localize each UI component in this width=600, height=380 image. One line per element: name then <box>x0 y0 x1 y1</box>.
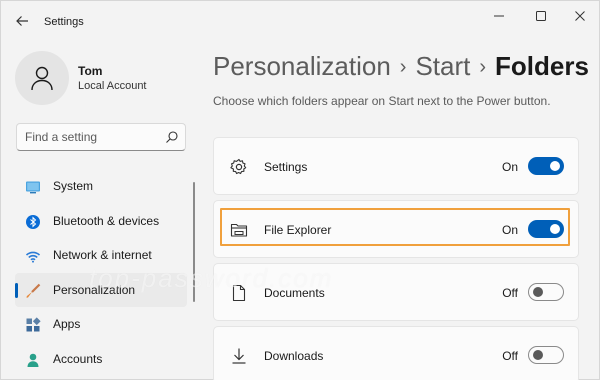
toggle-knob <box>533 350 543 360</box>
title-bar: Settings <box>1 1 599 41</box>
toggle-state: On <box>501 160 518 174</box>
search-input[interactable] <box>16 123 186 151</box>
close-button[interactable] <box>565 5 595 27</box>
brush-icon <box>26 283 41 298</box>
settings-window: Settings Tom Local Account Find a settin… <box>0 0 600 380</box>
minimize-icon <box>494 15 504 17</box>
toggle-state: Off <box>502 349 518 363</box>
gear-icon <box>230 158 247 175</box>
folder-setting-downloads: Downloads Off <box>213 326 579 380</box>
search-icon[interactable] <box>165 130 179 144</box>
watermark: top-password.com <box>89 263 334 293</box>
highlight-box <box>220 208 570 246</box>
breadcrumb-start[interactable]: Start <box>415 51 470 81</box>
back-button[interactable] <box>11 10 33 32</box>
user-name: Tom <box>78 64 103 78</box>
sidebar-item-label: Network & internet <box>53 248 152 263</box>
avatar[interactable] <box>15 51 69 105</box>
sidebar-item-system[interactable]: System <box>15 169 187 204</box>
app-title: Settings <box>44 16 84 28</box>
breadcrumb: Personalization › Start › Folders <box>213 51 589 82</box>
folder-setting-settings: Settings On <box>213 137 579 195</box>
user-avatar-icon <box>31 66 53 91</box>
sidebar-item-label: Bluetooth & devices <box>53 213 160 228</box>
toggle-knob <box>550 161 560 171</box>
person-icon <box>27 353 39 367</box>
back-arrow-icon <box>16 16 28 26</box>
download-icon <box>232 348 246 364</box>
folder-label: Downloads <box>264 349 324 363</box>
system-icon <box>26 181 40 194</box>
breadcrumb-separator: › <box>399 56 407 78</box>
breadcrumb-separator: › <box>479 56 487 78</box>
toggle-state: Off <box>502 286 518 300</box>
wifi-icon <box>25 251 41 263</box>
downloads-toggle[interactable] <box>528 346 564 364</box>
sidebar-item-label: System <box>53 179 94 194</box>
page-description: Choose which folders appear on Start nex… <box>213 94 551 108</box>
documents-toggle[interactable] <box>528 283 564 301</box>
page-title: Folders <box>495 51 589 81</box>
minimize-button[interactable] <box>484 5 514 27</box>
maximize-button[interactable] <box>526 5 556 27</box>
sidebar-item-label: Apps <box>53 317 81 332</box>
maximize-icon <box>536 11 546 21</box>
sidebar-item-accounts[interactable]: Accounts <box>15 342 187 377</box>
user-profile[interactable]: Tom Local Account <box>15 51 205 107</box>
apps-icon <box>26 317 41 332</box>
close-icon <box>575 11 585 21</box>
sidebar-item-bluetooth[interactable]: Bluetooth & devices <box>15 204 187 239</box>
toggle-knob <box>533 287 543 297</box>
folder-label: Settings <box>264 160 308 174</box>
account-type: Local Account <box>78 80 147 92</box>
breadcrumb-personalization[interactable]: Personalization <box>213 51 391 81</box>
settings-toggle[interactable] <box>528 157 564 175</box>
sidebar-item-label: Accounts <box>53 351 103 366</box>
bluetooth-icon <box>26 214 40 229</box>
sidebar-item-apps[interactable]: Apps <box>15 307 187 342</box>
